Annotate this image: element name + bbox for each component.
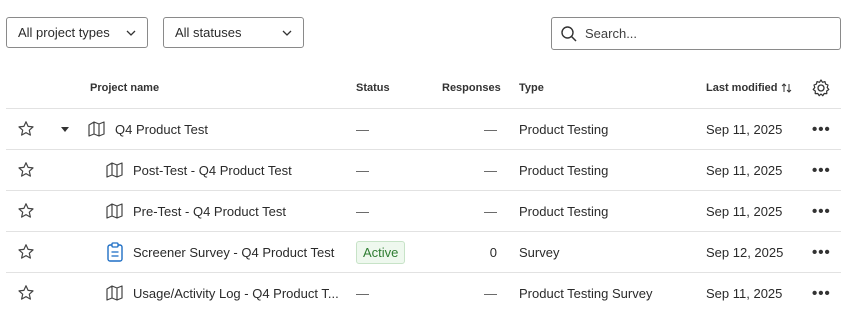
column-header-type[interactable]: Type	[519, 78, 544, 98]
project-type-filter[interactable]: All project types	[6, 17, 148, 48]
table-row[interactable]: Pre-Test - Q4 Product Test — — Product T…	[0, 191, 850, 231]
survey-icon	[106, 232, 124, 272]
last-modified-value: Sep 11, 2025	[706, 285, 783, 301]
status-badge: Active	[356, 240, 406, 264]
column-header-last-modified-label: Last modified	[706, 82, 778, 94]
favorite-star-icon[interactable]	[17, 191, 35, 231]
project-name[interactable]: Pre-Test - Q4 Product Test	[133, 191, 286, 231]
last-modified-value: Sep 11, 2025	[706, 162, 783, 178]
last-modified-value: Sep 11, 2025	[706, 203, 783, 219]
search-input[interactable]: Search...	[551, 17, 841, 50]
project-name[interactable]: Usage/Activity Log - Q4 Product T...	[133, 273, 339, 313]
search-icon	[561, 26, 577, 42]
last-modified-value: Sep 11, 2025	[706, 121, 783, 137]
product-test-icon	[87, 109, 107, 149]
sort-icon	[781, 83, 791, 93]
expand-caret-icon[interactable]	[60, 109, 70, 149]
project-name[interactable]: Q4 Product Test	[115, 109, 208, 149]
column-header-last-modified[interactable]: Last modified	[706, 78, 793, 98]
table-row[interactable]: Usage/Activity Log - Q4 Product T... — —…	[0, 273, 850, 313]
column-header-responses[interactable]: Responses	[442, 78, 501, 98]
status-value: —	[356, 121, 369, 137]
table-row[interactable]: Q4 Product Test — — Product Testing Sep …	[0, 109, 850, 149]
project-name[interactable]: Screener Survey - Q4 Product Test	[133, 232, 334, 272]
responses-value: —	[484, 121, 497, 137]
status-filter[interactable]: All statuses	[163, 17, 304, 48]
favorite-star-icon[interactable]	[17, 150, 35, 190]
project-type-filter-value: All project types	[18, 25, 110, 40]
table-settings-button[interactable]	[811, 78, 831, 98]
more-actions-button[interactable]: •••	[812, 232, 831, 272]
chevron-down-icon	[126, 30, 136, 36]
gear-icon	[812, 79, 830, 97]
chevron-down-icon	[282, 30, 292, 36]
more-actions-button[interactable]: •••	[812, 273, 831, 313]
status-filter-value: All statuses	[175, 25, 242, 40]
product-test-icon	[105, 150, 125, 190]
status-value: —	[356, 162, 369, 178]
more-actions-button[interactable]: •••	[812, 150, 831, 190]
type-value: Product Testing	[519, 162, 609, 178]
favorite-star-icon[interactable]	[17, 109, 35, 149]
responses-value: 0	[489, 244, 497, 260]
responses-value: —	[484, 203, 497, 219]
type-value: Product Testing Survey	[519, 285, 653, 301]
table-row[interactable]: Post-Test - Q4 Product Test — — Product …	[0, 150, 850, 190]
column-header-status[interactable]: Status	[356, 78, 390, 98]
favorite-star-icon[interactable]	[17, 273, 35, 313]
status-value: —	[356, 203, 369, 219]
column-header-project-name[interactable]: Project name	[90, 78, 159, 98]
project-name[interactable]: Post-Test - Q4 Product Test	[133, 150, 292, 190]
responses-value: —	[484, 285, 497, 301]
type-value: Product Testing	[519, 203, 609, 219]
more-actions-button[interactable]: •••	[812, 109, 831, 149]
more-actions-button[interactable]: •••	[812, 191, 831, 231]
status-value: —	[356, 285, 369, 301]
product-test-icon	[105, 191, 125, 231]
type-value: Product Testing	[519, 121, 609, 137]
type-value: Survey	[519, 244, 560, 260]
last-modified-value: Sep 12, 2025	[706, 244, 784, 260]
favorite-star-icon[interactable]	[17, 232, 35, 272]
status-cell: Active	[356, 232, 406, 272]
table-row[interactable]: Screener Survey - Q4 Product Test Active…	[0, 232, 850, 272]
responses-value: —	[484, 162, 497, 178]
search-placeholder: Search...	[585, 26, 638, 41]
product-test-icon	[105, 273, 125, 313]
